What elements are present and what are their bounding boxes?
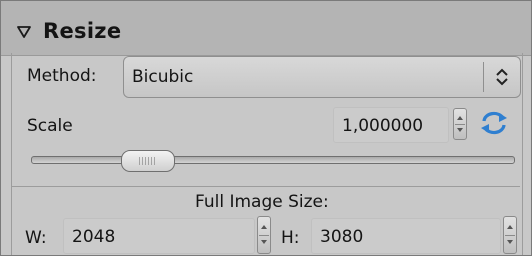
refresh-sync-icon[interactable] xyxy=(479,110,509,136)
scale-slider-handle[interactable] xyxy=(121,150,175,172)
scale-slider-track[interactable] xyxy=(31,156,515,164)
height-label: H: xyxy=(281,228,300,248)
height-value: 3080 xyxy=(320,227,364,247)
scale-label: Scale xyxy=(27,116,73,136)
method-value: Bicubic xyxy=(132,67,194,87)
panel-title: Resize xyxy=(43,19,122,43)
dropdown-separator xyxy=(483,62,484,92)
width-label: W: xyxy=(25,228,47,248)
spinner-up-icon[interactable] xyxy=(507,225,513,229)
width-input[interactable]: 2048 xyxy=(63,218,255,254)
spinner-down-icon[interactable] xyxy=(507,240,513,244)
spinner-up-icon[interactable] xyxy=(261,225,267,229)
width-value: 2048 xyxy=(72,227,116,247)
scale-spinner[interactable] xyxy=(453,108,467,140)
section-divider xyxy=(12,186,520,187)
panel-header[interactable]: Resize xyxy=(1,1,531,56)
spinner-up-icon[interactable] xyxy=(457,116,463,120)
width-spinner[interactable] xyxy=(257,216,271,254)
scale-input[interactable]: 1,000000 xyxy=(333,107,449,143)
height-input[interactable]: 3080 xyxy=(311,218,501,254)
full-image-size-label: Full Image Size: xyxy=(195,192,329,212)
grip-icon xyxy=(139,157,157,165)
collapse-triangle-icon[interactable] xyxy=(17,25,31,39)
method-label: Method: xyxy=(27,66,97,86)
scale-value: 1,000000 xyxy=(342,116,424,136)
method-dropdown[interactable]: Bicubic xyxy=(123,56,521,98)
chevron-up-down-icon[interactable] xyxy=(492,65,512,89)
height-spinner[interactable] xyxy=(503,216,517,254)
spinner-down-icon[interactable] xyxy=(457,128,463,132)
resize-panel: Resize Method: Bicubic Scale 1,000000 Fu… xyxy=(0,0,532,256)
spinner-down-icon[interactable] xyxy=(261,240,267,244)
